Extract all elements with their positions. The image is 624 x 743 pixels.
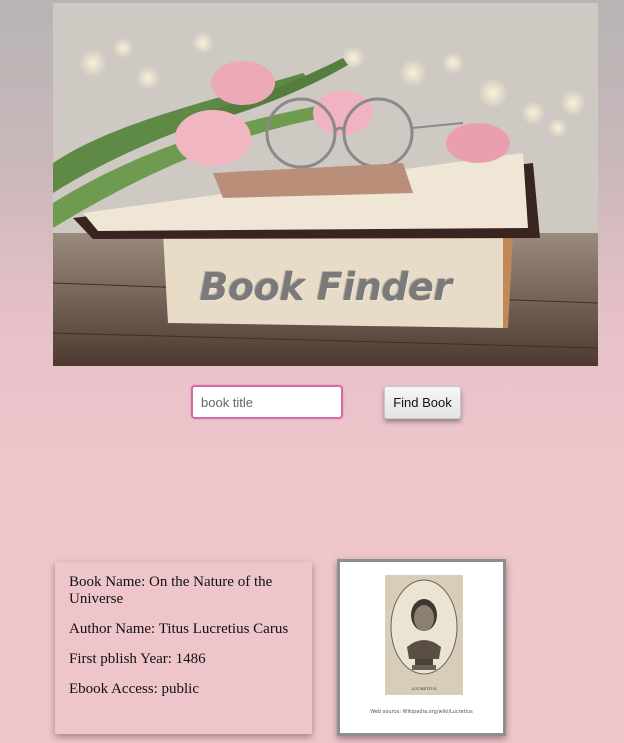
hero-image [53,3,598,366]
author-name: Author Name: Titus Lucretius Carus [69,621,289,637]
author-portrait: LUCRETIUS [385,575,463,695]
author-image-card: LUCRETIUS Web source: Wikipedia.org/wiki… [337,559,506,736]
find-book-button[interactable]: Find Book [384,386,461,419]
book-name: Book Name: On the Nature of the Universe [69,574,273,607]
ebook-access: Ebook Access: public [69,681,199,697]
image-caption: Web source: Wikipedia.org/wiki/Lucretius [370,709,473,715]
hero-banner: Book Finder [53,3,598,366]
hero-title: Book Finder [199,265,452,309]
portrait-label: LUCRETIUS [411,686,436,691]
first-publish-year: First pblish Year: 1486 [69,651,206,667]
book-info-card: Book Name: On the Nature of the Universe… [55,562,312,734]
book-title-input[interactable] [191,385,343,419]
